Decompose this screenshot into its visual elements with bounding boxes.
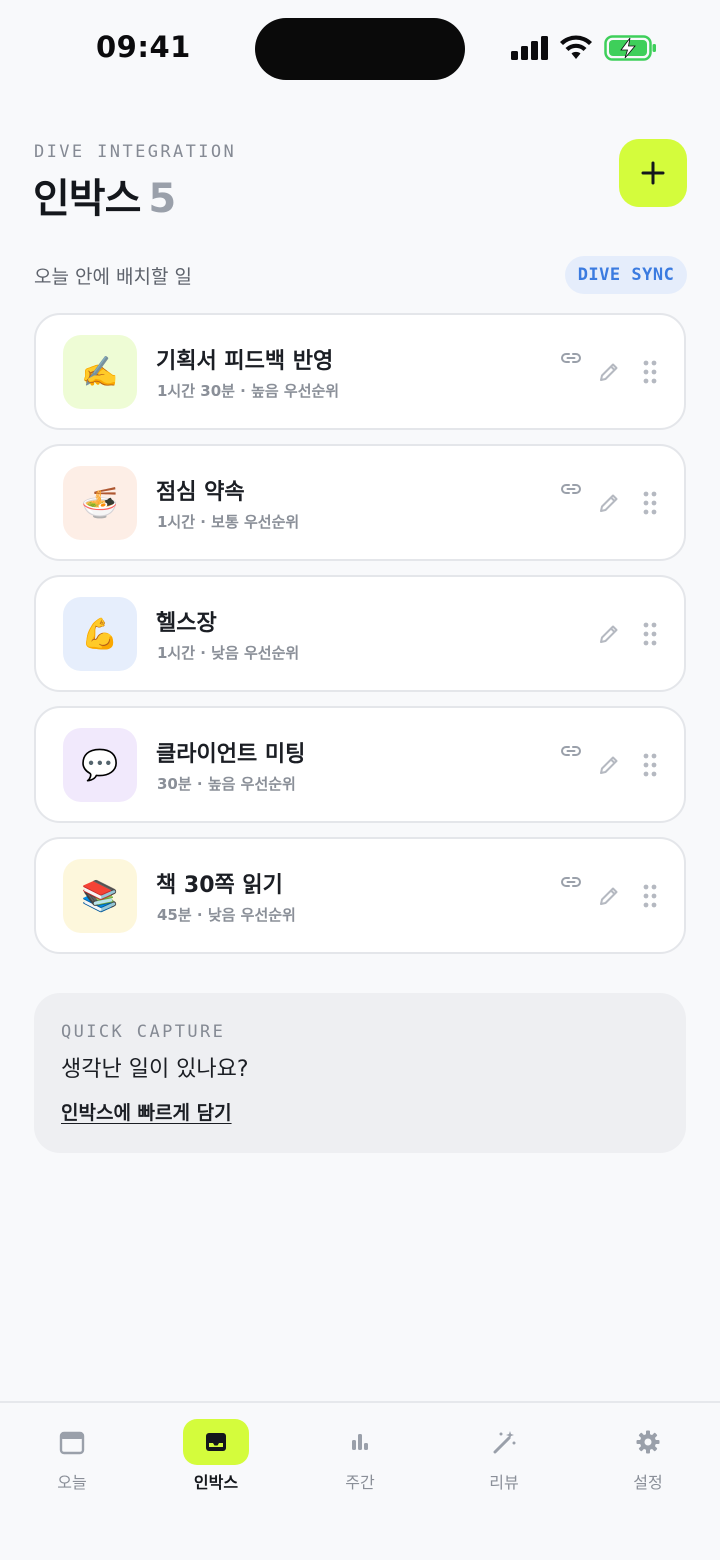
quick-capture-card: QUICK CAPTURE 생각난 일이 있나요? 인박스에 빠르게 담기 <box>34 993 686 1153</box>
tab-icon-container <box>39 1419 105 1465</box>
tab-inbox[interactable]: 인박스 <box>161 1417 271 1507</box>
drag-handle-icon[interactable] <box>642 490 658 516</box>
link-icon[interactable] <box>560 871 582 893</box>
tab-icon-container <box>615 1419 681 1465</box>
task-card[interactable]: 📚 책 30쪽 읽기 45분 · 낮음 우선순위 <box>34 837 686 954</box>
tab-weekly[interactable]: 주간 <box>305 1417 415 1507</box>
plus-icon <box>641 161 665 185</box>
inbox-count: 5 <box>148 176 176 222</box>
tab-icon-container <box>327 1419 393 1465</box>
quick-capture-link[interactable]: 인박스에 빠르게 담기 <box>61 1098 232 1125</box>
link-icon[interactable] <box>560 740 582 762</box>
task-title: 책 30쪽 읽기 <box>156 873 283 898</box>
quick-capture-title: 생각난 일이 있나요? <box>61 1057 249 1082</box>
tab-label: 설정 <box>633 1473 663 1492</box>
tab-icon-container <box>471 1419 537 1465</box>
task-title: 점심 약속 <box>156 480 245 505</box>
task-meta: 1시간 · 보통 우선순위 <box>157 513 300 531</box>
signal-icon <box>511 36 548 60</box>
task-list: ✍️ 기획서 피드백 반영 1시간 30분 · 높음 우선순위 🍜 점심 약속 … <box>34 313 686 968</box>
magic-wand-icon <box>493 1431 516 1454</box>
task-card[interactable]: ✍️ 기획서 피드백 반영 1시간 30분 · 높음 우선순위 <box>34 313 686 430</box>
add-task-button[interactable] <box>619 139 687 207</box>
task-emoji: 🍜 <box>63 466 137 540</box>
task-card[interactable]: 💬 클라이언트 미팅 30분 · 높음 우선순위 <box>34 706 686 823</box>
edit-icon[interactable] <box>597 884 621 908</box>
inbox-icon <box>206 1433 226 1451</box>
edit-icon[interactable] <box>597 360 621 384</box>
task-card[interactable]: 💪 헬스장 1시간 · 낮음 우선순위 <box>34 575 686 692</box>
dive-sync-badge[interactable]: DIVE SYNC <box>565 256 687 294</box>
task-meta: 1시간 30분 · 높음 우선순위 <box>157 382 340 400</box>
tab-today[interactable]: 오늘 <box>17 1417 127 1507</box>
tab-label: 리뷰 <box>489 1473 519 1492</box>
task-meta: 45분 · 낮음 우선순위 <box>157 906 296 924</box>
tab-label: 오늘 <box>57 1473 87 1492</box>
battery-icon <box>604 35 656 61</box>
page-title-text: 인박스 <box>33 176 141 222</box>
task-title: 헬스장 <box>156 611 217 636</box>
dynamic-island <box>255 18 465 80</box>
edit-icon[interactable] <box>597 622 621 646</box>
calendar-icon <box>59 1431 85 1455</box>
status-bar: 09:41 <box>0 0 720 100</box>
edit-icon[interactable] <box>597 491 621 515</box>
page-title: 인박스 5 <box>33 166 176 224</box>
wifi-icon <box>560 35 592 59</box>
tab-bar: 오늘 인박스 주간 리뷰 설정 <box>0 1401 720 1560</box>
task-meta: 1시간 · 낮음 우선순위 <box>157 644 300 662</box>
link-icon[interactable] <box>560 478 582 500</box>
link-icon[interactable] <box>560 347 582 369</box>
task-emoji: 💪 <box>63 597 137 671</box>
tab-icon-container <box>183 1419 249 1465</box>
gear-icon <box>636 1430 660 1454</box>
task-emoji: 📚 <box>63 859 137 933</box>
drag-handle-icon[interactable] <box>642 359 658 385</box>
tab-label: 주간 <box>345 1473 375 1492</box>
header-eyebrow: DIVE INTEGRATION <box>34 142 237 162</box>
drag-handle-icon[interactable] <box>642 883 658 909</box>
task-emoji: ✍️ <box>63 335 137 409</box>
tab-review[interactable]: 리뷰 <box>449 1417 559 1507</box>
task-card[interactable]: 🍜 점심 약속 1시간 · 보통 우선순위 <box>34 444 686 561</box>
edit-icon[interactable] <box>597 753 621 777</box>
task-meta: 30분 · 높음 우선순위 <box>157 775 296 793</box>
task-title: 클라이언트 미팅 <box>156 742 306 767</box>
drag-handle-icon[interactable] <box>642 621 658 647</box>
task-emoji: 💬 <box>63 728 137 802</box>
drag-handle-icon[interactable] <box>642 752 658 778</box>
task-title: 기획서 피드백 반영 <box>156 349 334 374</box>
status-time: 09:41 <box>96 30 191 64</box>
bar-chart-icon <box>352 1434 368 1450</box>
quick-capture-eyebrow: QUICK CAPTURE <box>61 1022 226 1042</box>
tab-label: 인박스 <box>193 1473 239 1492</box>
section-label: 오늘 안에 배치할 일 <box>34 266 192 288</box>
tab-settings[interactable]: 설정 <box>593 1417 703 1507</box>
